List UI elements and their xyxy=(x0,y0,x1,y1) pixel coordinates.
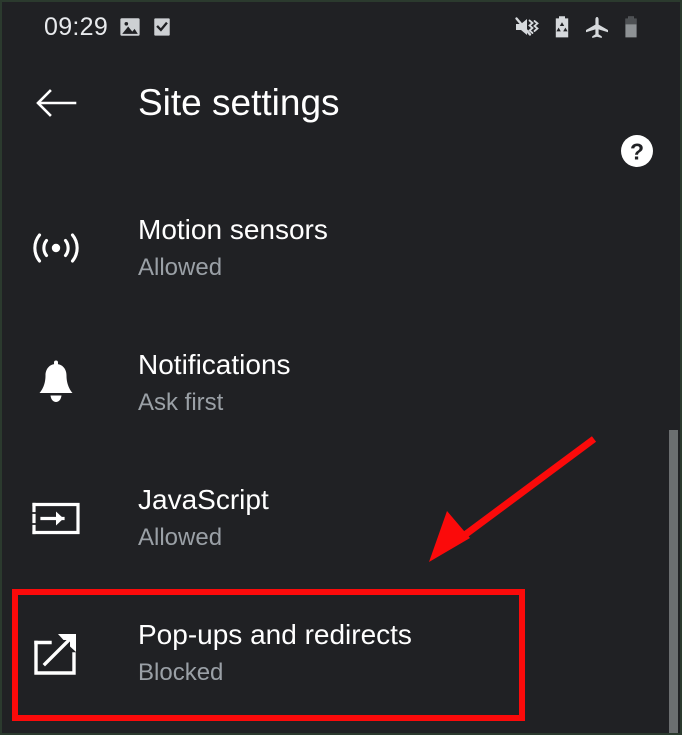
setting-row-text: JavaScript Allowed xyxy=(138,481,269,555)
setting-row-text: Motion sensors Allowed xyxy=(138,211,328,285)
back-button[interactable] xyxy=(30,77,82,129)
popups-redirects-external-link-icon xyxy=(28,625,84,681)
motion-sensors-icon xyxy=(28,220,84,276)
setting-title: JavaScript xyxy=(138,483,269,515)
site-settings-list: Motion sensors Allowed Notifications Ask… xyxy=(2,180,680,720)
status-bar-clock: 09:29 xyxy=(44,13,109,41)
airplane-mode-icon xyxy=(584,15,610,39)
notifications-bell-icon xyxy=(28,355,84,411)
setting-status: Blocked xyxy=(138,658,224,686)
svg-text:?: ? xyxy=(630,139,644,165)
setting-row-javascript[interactable]: JavaScript Allowed xyxy=(2,450,680,585)
status-bar-left-group: 09:29 xyxy=(44,10,172,44)
javascript-code-icon xyxy=(28,490,84,546)
battery-icon xyxy=(623,15,639,39)
setting-row-text: Pop-ups and redirects Blocked xyxy=(138,616,412,690)
setting-status: Allowed xyxy=(138,523,223,551)
app-toolbar: Site settings ? xyxy=(2,54,680,167)
setting-row-text: Notifications Ask first xyxy=(138,346,291,420)
setting-row-notifications[interactable]: Notifications Ask first xyxy=(2,315,680,450)
help-icon[interactable]: ? xyxy=(620,134,654,168)
volume-mute-vibrate-icon xyxy=(514,15,540,39)
setting-status: Allowed xyxy=(138,253,223,281)
setting-title: Pop-ups and redirects xyxy=(138,618,412,650)
phone-screen: 09:29 Site settings ? Motion sensors All… xyxy=(0,0,682,735)
page-title: Site settings xyxy=(138,82,340,123)
battery-saver-icon xyxy=(553,15,571,39)
vertical-scrollbar-thumb[interactable] xyxy=(669,430,678,733)
image-icon xyxy=(119,16,141,38)
setting-row-motion-sensors[interactable]: Motion sensors Allowed xyxy=(2,180,680,315)
status-bar-right-group xyxy=(514,13,639,41)
setting-title: Motion sensors xyxy=(138,213,328,245)
setting-status: Ask first xyxy=(138,388,224,416)
status-bar: 09:29 xyxy=(2,2,680,54)
setting-row-popups-and-redirects[interactable]: Pop-ups and redirects Blocked xyxy=(2,585,680,720)
setting-title: Notifications xyxy=(138,348,291,380)
checkbox-checked-icon xyxy=(152,16,172,38)
